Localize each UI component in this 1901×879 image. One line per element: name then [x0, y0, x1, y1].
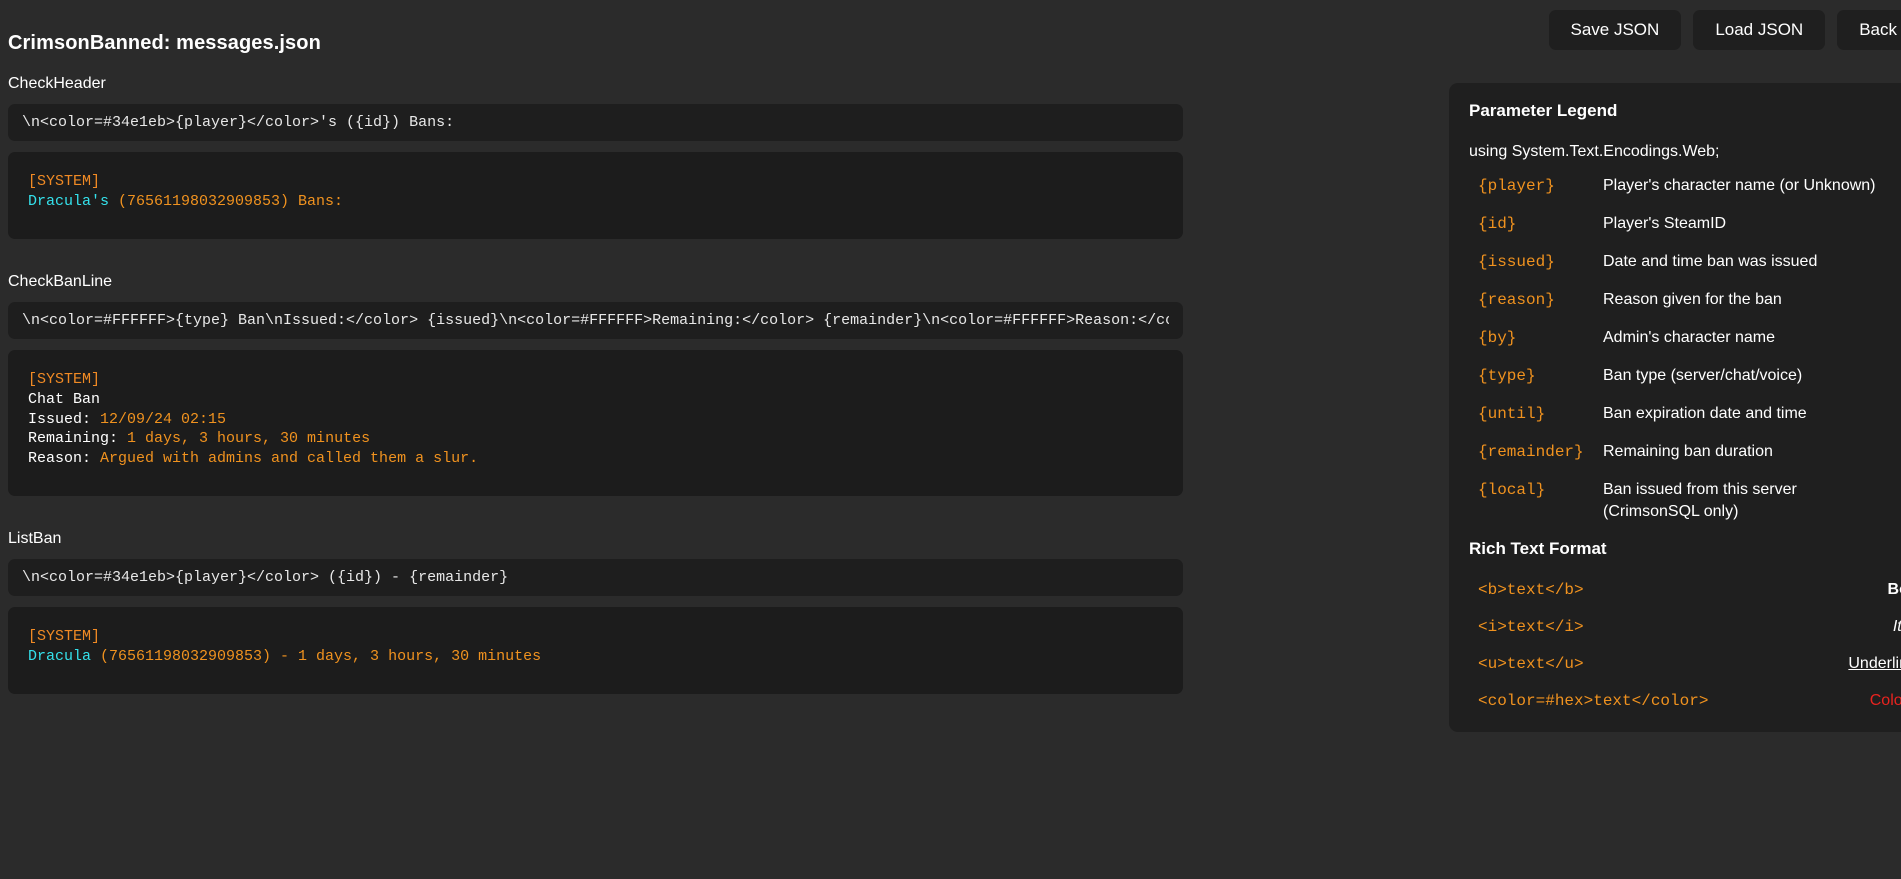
param-key: {local} [1478, 481, 1546, 499]
field-label-check-ban-line: CheckBanLine [8, 273, 113, 290]
param-description: Player's SteamID [1603, 215, 1727, 232]
rich-text-sample: Colored text [1869, 692, 1901, 709]
list-ban-input[interactable] [8, 559, 1183, 596]
page-title: CrimsonBanned: messages.json [8, 32, 321, 54]
param-description: Admin's character name [1603, 329, 1776, 346]
rich-text-row: <i>text</i> Italic text [1469, 618, 1901, 636]
preview-reason-label: Reason: [28, 450, 101, 468]
rich-text-code: <u>text</u> [1478, 655, 1584, 673]
param-key: {until} [1478, 405, 1546, 423]
app-root: Save JSON Load JSON Back CrimsonBanned: … [0, 0, 1901, 879]
param-key: {id} [1478, 215, 1517, 233]
legend-row: {player} Player's character name (or Unk… [1469, 175, 1901, 197]
legend-row: {remainder} Remaining ban duration [1469, 441, 1901, 463]
param-key: {issued} [1478, 253, 1555, 271]
parameter-legend-panel: Parameter Legend using System.Text.Encod… [1449, 83, 1901, 732]
load-json-button[interactable]: Load JSON [1693, 10, 1826, 50]
save-json-button[interactable]: Save JSON [1548, 10, 1682, 50]
top-bar: Save JSON Load JSON Back CrimsonBanned: … [0, 0, 1901, 66]
back-button[interactable]: Back [1837, 10, 1901, 50]
rich-text-format-title: Rich Text Format [1469, 539, 1607, 558]
rich-text-row: <b>text</b> Bold text [1469, 581, 1901, 599]
check-ban-line-preview: [SYSTEM] Chat Ban Issued: 12/09/24 02:15… [8, 350, 1183, 496]
param-description: Reason given for the ban [1603, 291, 1782, 308]
param-description: Ban issued from this server (CrimsonSQL … [1603, 481, 1797, 520]
param-key: {by} [1478, 329, 1517, 347]
preview-system-tag: [SYSTEM] [28, 628, 101, 645]
field-label-list-ban: ListBan [8, 530, 62, 547]
param-description: Ban expiration date and time [1603, 405, 1807, 422]
param-key: {remainder} [1478, 443, 1584, 461]
preview-header-rest: (76561198032909853) Bans: [109, 192, 344, 210]
legend-row: {type} Ban type (server/chat/voice) [1469, 365, 1901, 387]
rich-text-sample: Underlined text [1848, 655, 1901, 672]
check-ban-line-input[interactable] [8, 302, 1183, 339]
legend-using-line: using System.Text.Encodings.Web; [1469, 143, 1720, 160]
preview-system-tag: [SYSTEM] [28, 173, 101, 190]
rich-text-code: <b>text</b> [1478, 581, 1584, 599]
param-key: {type} [1478, 367, 1536, 385]
preview-list-rest: (76561198032909853) - 1 days, 3 hours, 3… [91, 647, 542, 665]
param-key: {player} [1478, 177, 1555, 195]
preview-player-name: Dracula [28, 647, 92, 665]
legend-row: {reason} Reason given for the ban [1469, 289, 1901, 311]
param-description: Remaining ban duration [1603, 443, 1773, 460]
legend-row: {local} Ban issued from this server (Cri… [1469, 479, 1901, 523]
preview-reason-value: Argued with admins and called them a slu… [100, 450, 479, 468]
rich-text-code: <color=#hex>text</color> [1478, 692, 1709, 710]
param-description: Ban type (server/chat/voice) [1603, 367, 1803, 384]
legend-row: {issued} Date and time ban was issued [1469, 251, 1901, 273]
check-header-preview: [SYSTEM] Dracula's (76561198032909853) B… [8, 152, 1183, 239]
param-description: Date and time ban was issued [1603, 253, 1818, 270]
rich-text-sample: Italic text [1892, 618, 1901, 635]
preview-system-tag: [SYSTEM] [28, 371, 101, 388]
check-header-input[interactable] [8, 104, 1183, 141]
rich-text-row: <color=#hex>text</color> Colored text [1469, 692, 1901, 710]
preview-ban-type: Chat Ban [28, 390, 101, 408]
param-description: Player's character name (or Unknown) [1603, 177, 1876, 194]
legend-row: {by} Admin's character name [1469, 327, 1901, 349]
rich-text-sample: Bold text [1887, 581, 1901, 598]
field-label-check-header: CheckHeader [8, 75, 106, 92]
legend-row: {until} Ban expiration date and time [1469, 403, 1901, 425]
preview-remaining-label: Remaining: [28, 430, 128, 448]
preview-issued-label: Issued: [28, 410, 101, 428]
preview-remaining-value: 1 days, 3 hours, 30 minutes [127, 430, 371, 448]
toolbar-buttons: Save JSON Load JSON Back [1548, 10, 1901, 50]
rich-text-code: <i>text</i> [1478, 618, 1584, 636]
param-key: {reason} [1478, 291, 1555, 309]
field-block-check-header: CheckHeader [SYSTEM] Dracula's (76561198… [8, 75, 1183, 239]
message-editor-column: CheckHeader [SYSTEM] Dracula's (76561198… [8, 75, 1183, 700]
field-block-list-ban: ListBan [SYSTEM] Dracula (76561198032909… [8, 530, 1183, 694]
legend-row: {id} Player's SteamID [1469, 213, 1901, 235]
preview-player-name: Dracula's [28, 192, 110, 210]
field-block-check-ban-line: CheckBanLine [SYSTEM] Chat Ban Issued: 1… [8, 273, 1183, 496]
list-ban-preview: [SYSTEM] Dracula (76561198032909853) - 1… [8, 607, 1183, 694]
preview-issued-value: 12/09/24 02:15 [100, 410, 227, 428]
rich-text-row: <u>text</u> Underlined text [1469, 655, 1901, 673]
legend-title: Parameter Legend [1469, 101, 1618, 120]
